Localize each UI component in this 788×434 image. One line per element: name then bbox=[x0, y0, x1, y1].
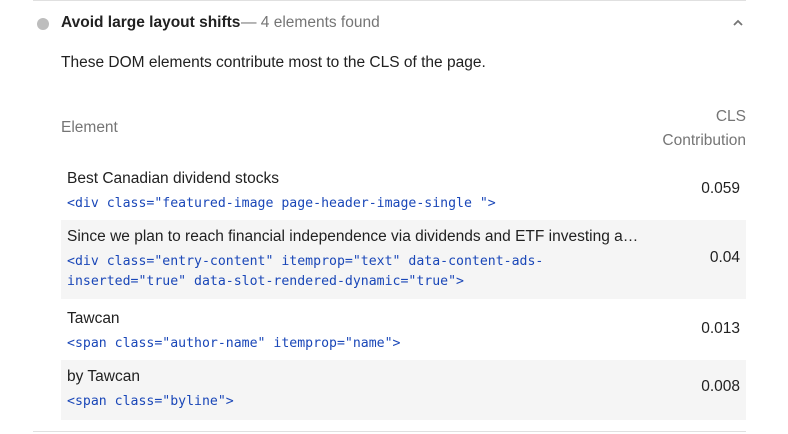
row-node-snippet: <span class="byline"> bbox=[67, 394, 234, 409]
row-node-snippet: <span class="author-name" itemprop="name… bbox=[67, 336, 401, 351]
row-node-label: Since we plan to reach financial indepen… bbox=[67, 228, 639, 245]
audit-element-count: — 4 elements found bbox=[241, 14, 380, 31]
audit-title: Avoid large layout shifts bbox=[61, 14, 241, 31]
row-node-snippet: <div class="entry-content" itemprop="tex… bbox=[67, 252, 543, 292]
status-dot-icon bbox=[37, 18, 49, 30]
audit-description: These DOM elements contribute most to th… bbox=[61, 54, 486, 71]
row-node-label: Best Canadian dividend stocks bbox=[67, 170, 279, 187]
row-cls-value: 0.008 bbox=[701, 378, 740, 395]
audit-header-toggle[interactable]: Avoid large layout shifts — 4 elements f… bbox=[33, 1, 746, 45]
row-node-snippet-line2: inserted="true" data-slot-rendered-dynam… bbox=[67, 274, 464, 289]
column-header-cls: CLS Contribution bbox=[626, 105, 746, 153]
column-header-cls-line1: CLS bbox=[715, 108, 746, 125]
row-cls-value: 0.013 bbox=[701, 320, 740, 337]
row-node-label: Tawcan bbox=[67, 310, 120, 327]
column-header-cls-line2: Contribution bbox=[662, 132, 746, 149]
row-cls-value: 0.059 bbox=[701, 180, 740, 197]
row-node-snippet-line1: <div class="entry-content" itemprop="tex… bbox=[67, 254, 544, 269]
table-row: by Tawcan <span class="byline"> 0.008 bbox=[61, 360, 746, 420]
chevron-up-icon[interactable] bbox=[731, 16, 745, 30]
table-row: Best Canadian dividend stocks <div class… bbox=[61, 162, 746, 220]
table-row: Since we plan to reach financial indepen… bbox=[61, 220, 746, 299]
row-cls-value: 0.04 bbox=[709, 249, 740, 266]
audit-layout-shifts: Avoid large layout shifts — 4 elements f… bbox=[33, 0, 746, 432]
row-node-snippet: <div class="featured-image page-header-i… bbox=[67, 196, 496, 211]
column-header-element: Element bbox=[61, 119, 118, 136]
table-row: Tawcan <span class="author-name" itempro… bbox=[61, 302, 746, 360]
row-node-label: by Tawcan bbox=[67, 368, 140, 385]
